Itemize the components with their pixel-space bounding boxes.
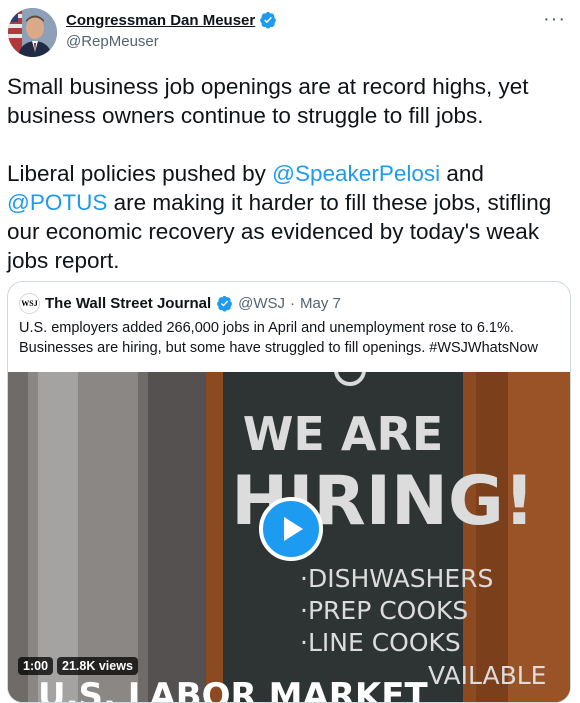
quoted-author-handle[interactable]: @WSJ: [238, 295, 285, 312]
quoted-date[interactable]: May 7: [300, 295, 341, 312]
wsj-logo: WSJ: [19, 293, 40, 314]
quoted-tweet[interactable]: WSJ The Wall Street Journal @WSJ · May 7…: [7, 281, 571, 703]
author-block: Congressman Dan Meuser @RepMeuser: [66, 11, 277, 50]
sign-item-dishwashers: ·DISHWASHERS: [300, 564, 493, 593]
sign-item-available: VAILABLE: [428, 661, 546, 690]
tweet-paragraph-1: Small business job openings are at recor…: [7, 74, 529, 128]
tweet-text: Small business job openings are at recor…: [7, 72, 567, 275]
avatar[interactable]: [8, 8, 57, 57]
quoted-tweet-text: U.S. employers added 266,000 jobs in Apr…: [19, 320, 539, 356]
sign-item-prep-cooks: ·PREP COOKS: [300, 596, 468, 625]
author-name[interactable]: Congressman Dan Meuser: [66, 12, 255, 29]
tweet-text-segment: Liberal policies pushed by: [7, 161, 273, 186]
sign-item-line-cooks: ·LINE COOKS: [300, 628, 461, 657]
video-player[interactable]: WE ARE HIRING! ·DISHWASHERS ·PREP COOKS …: [8, 372, 570, 702]
quoted-author-name[interactable]: The Wall Street Journal: [45, 295, 211, 312]
avatar-photo: [8, 8, 57, 57]
more-icon[interactable]: ···: [543, 8, 566, 31]
author-handle[interactable]: @RepMeuser: [66, 33, 277, 50]
video-banner-text: U.S. LABOR MARKET: [38, 676, 428, 702]
video-stats: 1:00 21.8K views: [18, 657, 138, 675]
play-icon: [284, 517, 303, 541]
mention-potus[interactable]: @POTUS: [7, 190, 107, 215]
tweet-text-segment: and: [440, 161, 484, 186]
tweet-paragraph-2: Liberal policies pushed by @SpeakerPelos…: [7, 159, 567, 275]
sign-text-we-are: WE ARE: [243, 407, 444, 461]
quoted-tweet-header: WSJ The Wall Street Journal @WSJ · May 7: [19, 293, 341, 314]
play-button[interactable]: [259, 497, 323, 561]
video-duration: 1:00: [18, 657, 54, 675]
meta-separator: ·: [290, 295, 296, 312]
video-views: 21.8K views: [57, 657, 138, 675]
mention-speakerpelosi[interactable]: @SpeakerPelosi: [272, 161, 440, 186]
verified-badge-icon: [260, 11, 277, 29]
verified-badge-icon: [217, 295, 233, 312]
